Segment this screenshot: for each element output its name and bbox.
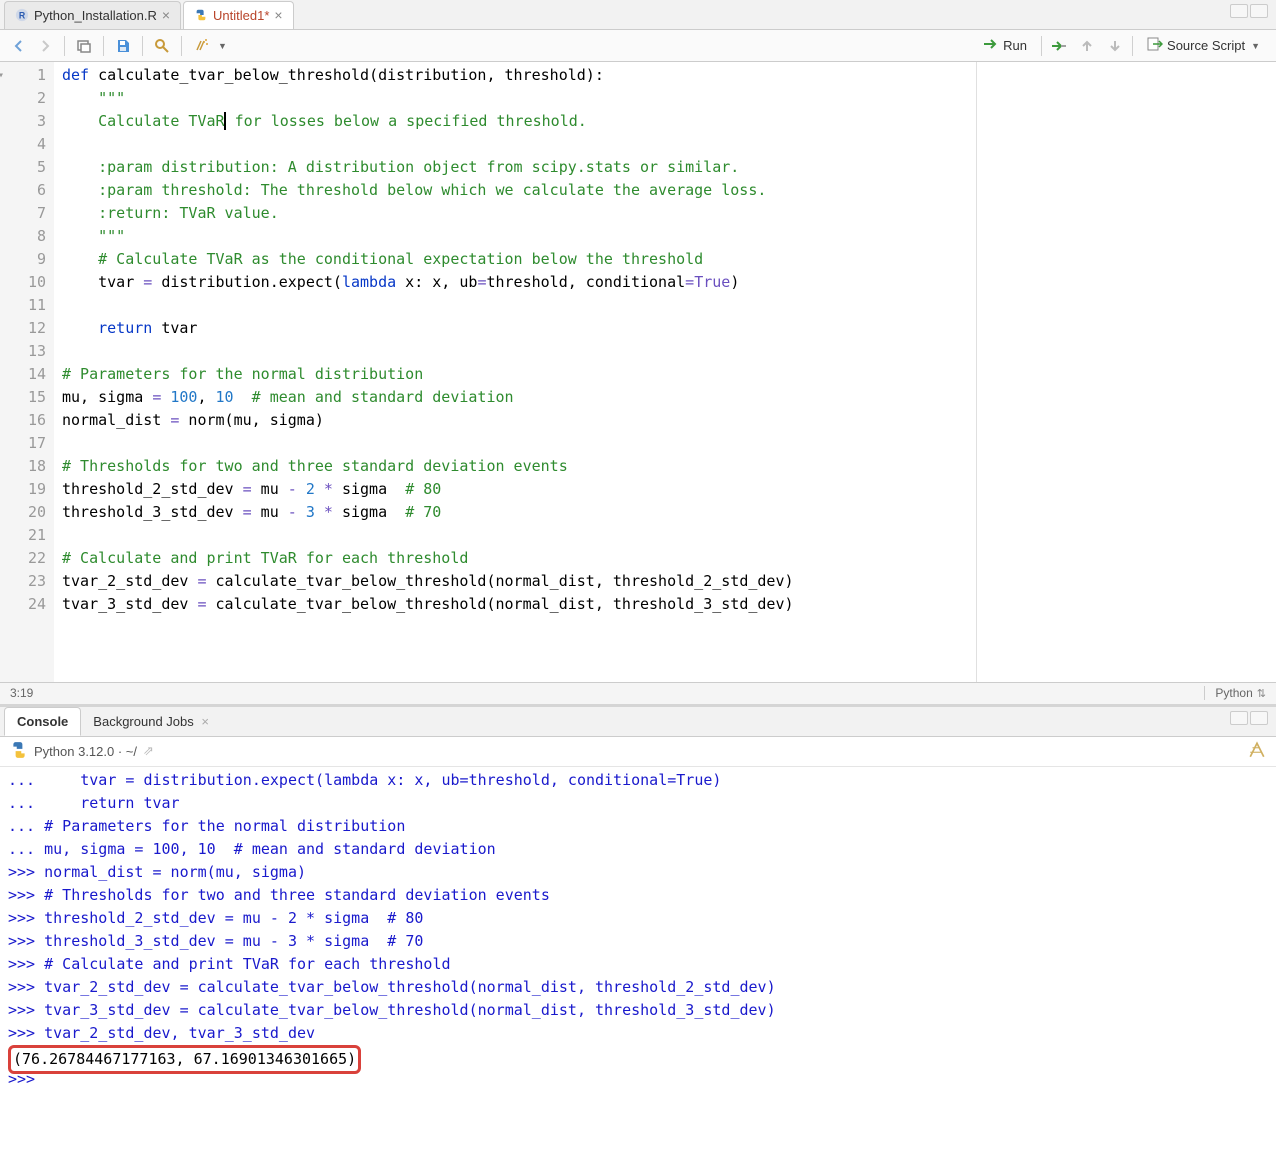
- go-to-prev-section-button[interactable]: [1076, 35, 1098, 57]
- rerun-button[interactable]: [1048, 35, 1070, 57]
- maximize-pane-button[interactable]: [1250, 4, 1268, 18]
- source-icon: [1147, 37, 1163, 54]
- code-tools-button[interactable]: [190, 35, 212, 57]
- editor-pane: 123456789101112131415161718192021222324 …: [0, 62, 1276, 682]
- back-button[interactable]: [8, 35, 30, 57]
- console-header: Python 3.12.0 · ~/ ⇗: [0, 737, 1276, 767]
- close-icon[interactable]: ×: [201, 714, 209, 729]
- find-replace-button[interactable]: [151, 35, 173, 57]
- line-number-gutter[interactable]: 123456789101112131415161718192021222324: [0, 62, 54, 682]
- save-button[interactable]: [112, 35, 134, 57]
- file-tab-untitled1[interactable]: Untitled1* ×: [183, 1, 294, 29]
- py-file-icon: [194, 8, 208, 22]
- file-tab-label: Python_Installation.R: [34, 8, 157, 23]
- go-to-next-section-button[interactable]: [1104, 35, 1126, 57]
- editor-status-bar: 3:19 Python ⇅: [0, 682, 1276, 704]
- minimize-pane-button[interactable]: [1230, 4, 1248, 18]
- code-editor[interactable]: def calculate_tvar_below_threshold(distr…: [54, 62, 976, 682]
- bottom-pane: Console Background Jobs × Python 3.12.0 …: [0, 704, 1276, 1164]
- pop-out-icon[interactable]: ⇗: [143, 743, 154, 759]
- pane-window-controls: [1230, 711, 1268, 725]
- python-icon: [10, 741, 28, 762]
- console-header-text: Python 3.12.0 · ~/: [34, 744, 137, 759]
- source-script-label: Source Script: [1167, 38, 1245, 53]
- tab-console[interactable]: Console: [4, 707, 81, 736]
- tab-background-jobs[interactable]: Background Jobs ×: [81, 708, 221, 735]
- chevron-down-icon[interactable]: ▼: [218, 41, 227, 51]
- maximize-pane-button[interactable]: [1250, 711, 1268, 725]
- cursor-position[interactable]: 3:19: [10, 686, 33, 700]
- document-outline-pane[interactable]: [976, 62, 1276, 682]
- console-output[interactable]: ... tvar = distribution.expect(lambda x:…: [0, 767, 1276, 1164]
- chevron-down-icon[interactable]: ▼: [1251, 41, 1260, 51]
- language-selector-arrows[interactable]: ⇅: [1257, 687, 1266, 700]
- show-in-new-window-button[interactable]: [73, 35, 95, 57]
- svg-text:R: R: [19, 11, 26, 21]
- run-button[interactable]: Run: [975, 35, 1035, 56]
- pane-window-controls: [1230, 4, 1268, 18]
- source-script-button[interactable]: Source Script ▼: [1139, 34, 1268, 57]
- language-selector[interactable]: Python: [1215, 686, 1252, 700]
- close-icon[interactable]: ×: [274, 7, 282, 23]
- console-tabs-bar: Console Background Jobs ×: [0, 707, 1276, 737]
- close-icon[interactable]: ×: [162, 7, 170, 23]
- file-tabs-bar: R Python_Installation.R × Untitled1* ×: [0, 0, 1276, 30]
- run-label: Run: [1003, 38, 1027, 53]
- forward-button[interactable]: [34, 35, 56, 57]
- run-icon: [983, 38, 999, 53]
- editor-toolbar: ▼ Run Source Script ▼: [0, 30, 1276, 62]
- output-highlight: (76.26784467177163, 67.16901346301665): [8, 1045, 361, 1074]
- minimize-pane-button[interactable]: [1230, 711, 1248, 725]
- r-file-icon: R: [15, 8, 29, 22]
- file-tab-python-installation[interactable]: R Python_Installation.R ×: [4, 1, 181, 29]
- file-tab-label: Untitled1*: [213, 8, 269, 23]
- clear-console-icon[interactable]: [1248, 741, 1266, 762]
